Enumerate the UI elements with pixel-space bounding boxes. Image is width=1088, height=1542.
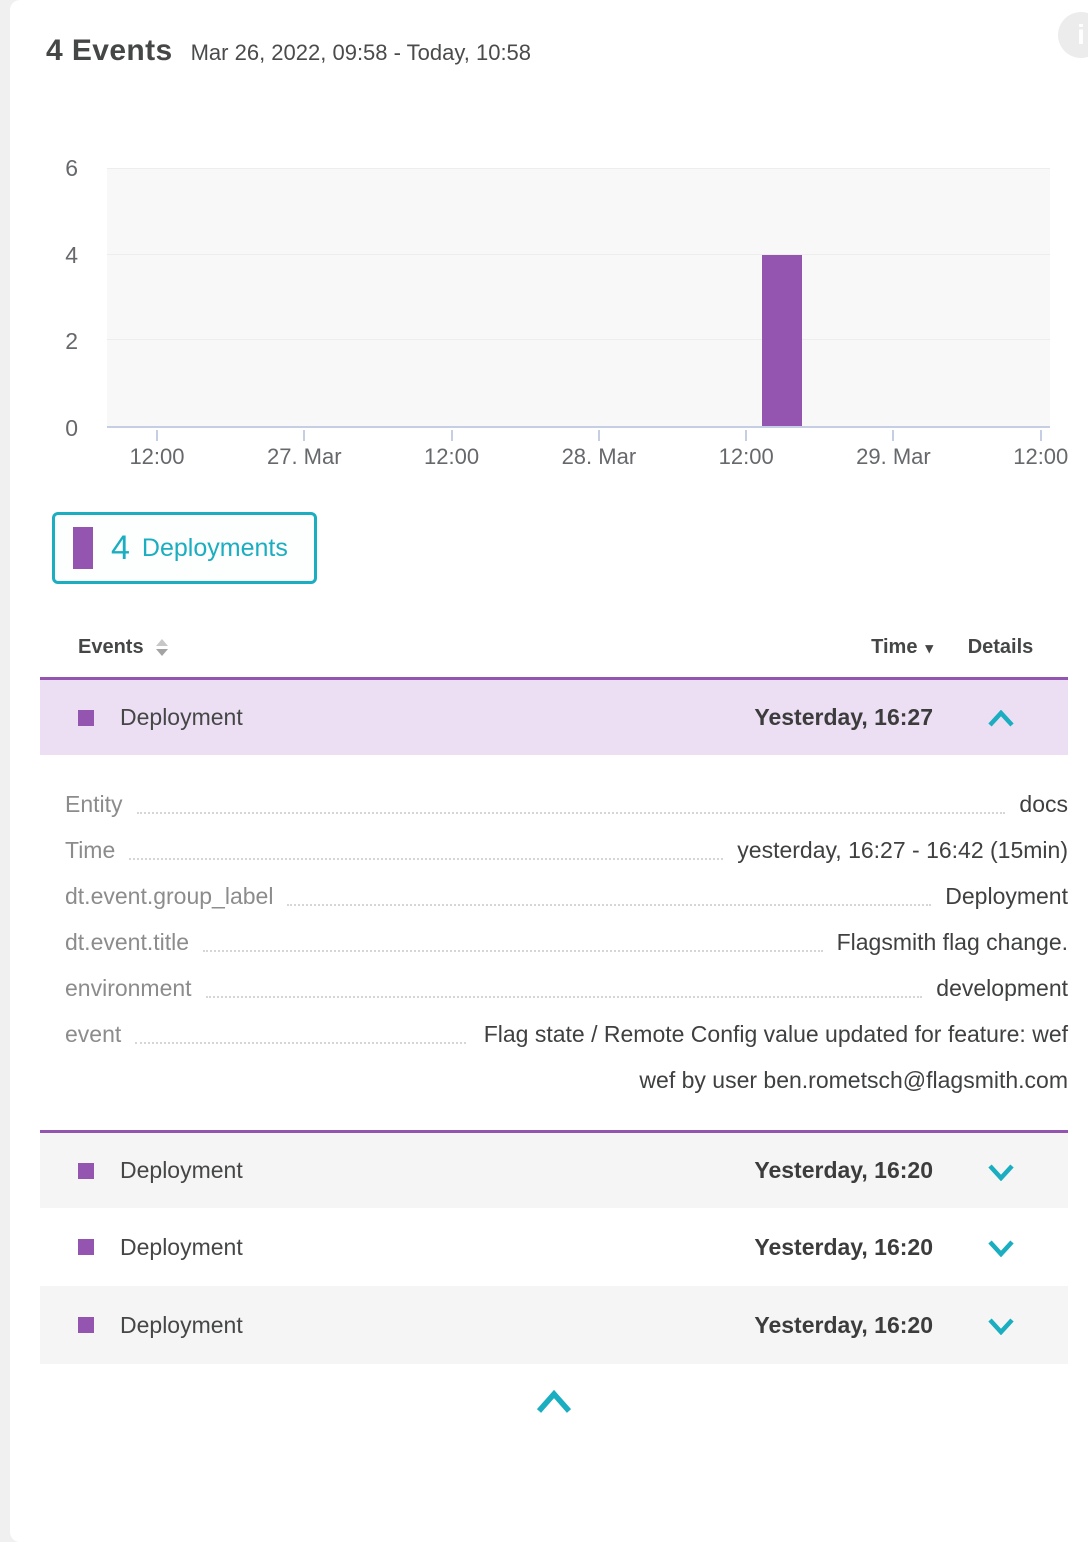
- sort-arrows-icon[interactable]: [156, 639, 168, 656]
- x-axis-tick-label: 27. Mar: [267, 444, 342, 470]
- y-axis-tick-label: 4: [65, 240, 78, 270]
- events-header-label: Events: [78, 636, 144, 659]
- panel-header: 4 Events Mar 26, 2022, 09:58 - Today, 10…: [46, 34, 1088, 68]
- event-time: Yesterday, 16:20: [754, 1234, 933, 1261]
- event-row-expanded[interactable]: Deployment Yesterday, 16:27: [40, 677, 1068, 755]
- date-range: Mar 26, 2022, 09:58 - Today, 10:58: [191, 40, 531, 66]
- chart-y-axis: 0246: [10, 168, 78, 428]
- event-type-label: Deployment: [120, 1234, 243, 1261]
- deployment-marker-icon: [78, 1317, 94, 1333]
- chart-bar-deployments[interactable]: [762, 255, 802, 426]
- event-type-label: Deployment: [120, 1157, 243, 1184]
- x-axis-tick: [1040, 430, 1042, 441]
- detail-value: Flag state / Remote Config value updated…: [480, 1011, 1068, 1103]
- chevron-down-icon: [987, 1163, 1015, 1181]
- dotted-leader: [206, 965, 923, 998]
- x-axis-tick: [451, 430, 453, 441]
- sort-caret-down-icon: ▾: [925, 640, 933, 657]
- detail-label: dt.event.group_label: [65, 873, 273, 919]
- chart-x-axis: 12:0027. Mar12:0028. Mar12:0029. Mar12:0…: [107, 430, 1050, 485]
- detail-value: docs: [1019, 781, 1068, 827]
- legend-count: 4: [111, 529, 130, 568]
- x-axis-tick-label: 12:00: [424, 444, 479, 470]
- y-axis-tick-label: 2: [65, 326, 78, 356]
- legend-label: Deployments: [142, 534, 288, 563]
- event-row[interactable]: Deployment Yesterday, 16:20: [40, 1208, 1068, 1286]
- detail-row: dt.event.title Flagsmith flag change.: [65, 919, 1068, 965]
- chevron-down-icon: [987, 1239, 1015, 1257]
- column-header-time[interactable]: Time ▾: [871, 636, 933, 659]
- deployment-marker-icon: [78, 710, 94, 726]
- chart-plot[interactable]: [107, 168, 1050, 428]
- gridline: [107, 254, 1050, 255]
- expand-row-button[interactable]: [933, 1312, 1068, 1339]
- dotted-leader: [135, 1011, 466, 1044]
- detail-value: Flagsmith flag change.: [837, 919, 1068, 965]
- events-panel: i 4 Events Mar 26, 2022, 09:58 - Today, …: [10, 0, 1088, 1542]
- detail-row: Time yesterday, 16:27 - 16:42 (15min): [65, 827, 1068, 873]
- y-axis-tick-label: 0: [65, 413, 78, 443]
- chevron-down-icon: [987, 1317, 1015, 1335]
- x-axis-tick: [598, 430, 600, 441]
- detail-label: event: [65, 1011, 121, 1103]
- x-axis-tick-label: 28. Mar: [562, 444, 637, 470]
- table-header: Events Time ▾ Details: [40, 628, 1068, 677]
- chevron-up-icon: [987, 710, 1015, 728]
- chevron-up-icon: [534, 1390, 574, 1414]
- column-header-events[interactable]: Events: [78, 636, 871, 659]
- x-axis-tick: [156, 430, 158, 441]
- dotted-leader: [137, 781, 1006, 814]
- detail-row: Entity docs: [65, 781, 1068, 827]
- detail-label: Time: [65, 827, 115, 873]
- detail-row: environment development: [65, 965, 1068, 1011]
- detail-label: dt.event.title: [65, 919, 189, 965]
- x-axis-tick-label: 12:00: [129, 444, 184, 470]
- x-axis-tick-label: 29. Mar: [856, 444, 931, 470]
- sort-down-icon: [156, 649, 168, 656]
- x-axis-tick-label: 12:00: [1013, 444, 1068, 470]
- deployment-marker-icon: [78, 1163, 94, 1179]
- event-row[interactable]: Deployment Yesterday, 16:20: [40, 1130, 1068, 1208]
- dotted-leader: [129, 827, 723, 860]
- x-axis-tick: [892, 430, 894, 441]
- chart-legend-deployments[interactable]: 4 Deployments: [52, 512, 317, 584]
- expand-row-button[interactable]: [933, 1157, 1068, 1184]
- dotted-leader: [203, 919, 823, 952]
- events-table: Events Time ▾ Details Deployment Yesterda…: [40, 628, 1068, 1419]
- deployments-swatch-icon: [73, 527, 93, 569]
- event-time: Yesterday, 16:20: [754, 1312, 933, 1339]
- x-axis-tick-label: 12:00: [719, 444, 774, 470]
- detail-label: environment: [65, 965, 192, 1011]
- y-axis-tick-label: 6: [65, 153, 78, 183]
- events-chart: 0246 12:0027. Mar12:0028. Mar12:0029. Ma…: [10, 168, 1088, 488]
- event-row[interactable]: Deployment Yesterday, 16:20: [40, 1286, 1068, 1364]
- detail-row: event Flag state / Remote Config value u…: [65, 1011, 1068, 1103]
- dotted-leader: [287, 873, 931, 906]
- x-axis-tick: [303, 430, 305, 441]
- event-type-label: Deployment: [120, 1312, 243, 1339]
- column-header-details: Details: [933, 636, 1068, 659]
- expand-row-button[interactable]: [933, 1234, 1068, 1261]
- details-header-label: Details: [968, 636, 1034, 658]
- x-axis-tick: [745, 430, 747, 441]
- event-type-label: Deployment: [120, 704, 243, 731]
- collapse-row-button[interactable]: [933, 704, 1068, 731]
- time-header-label: Time: [871, 636, 917, 658]
- detail-row: dt.event.group_label Deployment: [65, 873, 1068, 919]
- page-title: 4 Events: [46, 34, 173, 68]
- collapse-all-button[interactable]: [40, 1390, 1068, 1419]
- event-time: Yesterday, 16:20: [754, 1157, 933, 1184]
- gridline: [107, 339, 1050, 340]
- detail-value: yesterday, 16:27 - 16:42 (15min): [737, 827, 1068, 873]
- detail-value: development: [936, 965, 1068, 1011]
- detail-label: Entity: [65, 781, 123, 827]
- deployment-marker-icon: [78, 1239, 94, 1255]
- event-details-panel: Entity docs Time yesterday, 16:27 - 16:4…: [40, 755, 1068, 1130]
- sort-up-icon: [156, 639, 168, 646]
- event-time: Yesterday, 16:27: [754, 704, 933, 731]
- detail-value: Deployment: [945, 873, 1068, 919]
